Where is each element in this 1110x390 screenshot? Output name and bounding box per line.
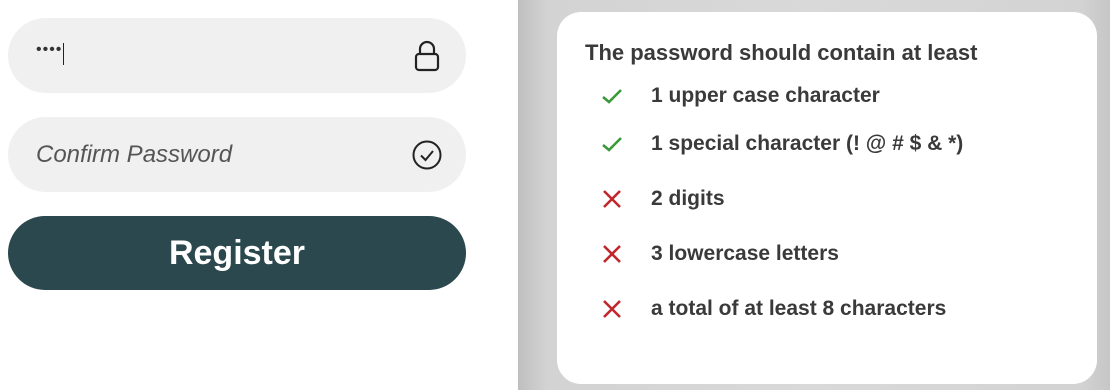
cross-icon (599, 241, 625, 267)
requirements-title: The password should contain at least (585, 40, 978, 65)
requirement-label: 2 digits (651, 186, 725, 210)
confirm-password-field[interactable]: Confirm Password (8, 117, 466, 192)
confirm-password-placeholder[interactable]: Confirm Password (36, 141, 232, 169)
requirement-item: 2 digits (599, 171, 1097, 226)
check-icon (599, 83, 625, 109)
requirement-item: 1 upper case character (599, 76, 1097, 116)
lock-icon (410, 39, 444, 73)
cross-icon (599, 296, 625, 322)
requirement-label: 1 upper case character (651, 84, 880, 107)
requirement-label: a total of at least 8 characters (651, 296, 947, 320)
requirement-item: a total of at least 8 characters (599, 281, 1097, 336)
text-caret (63, 42, 65, 65)
password-requirements-card: The password should contain at least 1 u… (557, 12, 1097, 384)
password-field[interactable]: •••• (8, 18, 466, 93)
requirement-item: 3 lowercase letters (599, 226, 1097, 281)
requirement-label: 3 lowercase letters (651, 241, 839, 265)
registration-form: •••• Confirm Password Register (8, 18, 466, 290)
requirements-list: 1 upper case character 1 special charact… (585, 76, 1097, 336)
register-button[interactable]: Register (8, 216, 466, 290)
check-circle-icon (410, 138, 444, 172)
check-icon (599, 131, 625, 157)
cross-icon (599, 186, 625, 212)
requirement-item: 1 special character (! @ # $ & *) (599, 116, 1097, 171)
registration-page: •••• Confirm Password Register The passw… (0, 0, 1110, 390)
requirement-label: 1 special character (! @ # $ & *) (651, 131, 964, 155)
password-input-value[interactable]: •••• (36, 39, 65, 65)
